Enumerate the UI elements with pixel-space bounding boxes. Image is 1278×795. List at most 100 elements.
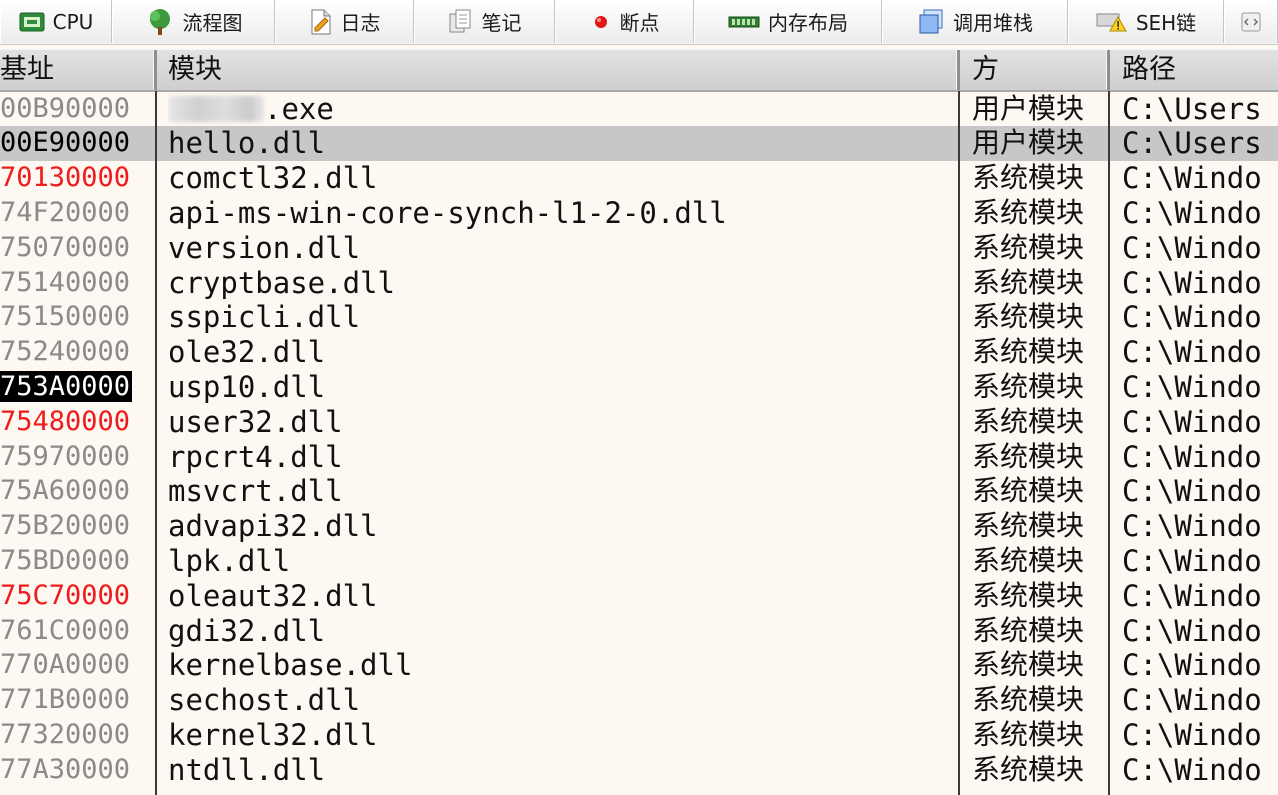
module-name-cell: usp10.dll xyxy=(168,370,953,405)
table-row[interactable]: 75BD0000 lpk.dll 系统模块 C:\Windo xyxy=(0,544,1278,579)
module-path-cell: C:\Windo xyxy=(1122,230,1262,265)
tab-notes[interactable]: 笔记 xyxy=(414,0,555,43)
table-row[interactable]: 75B20000 advapi32.dll 系统模块 C:\Windo xyxy=(0,509,1278,544)
module-name-text: sspicli.dll xyxy=(168,300,361,335)
tab-log[interactable]: 日志 xyxy=(275,0,414,43)
module-path-cell: C:\Users xyxy=(1122,126,1262,161)
module-party-cell: 系统模块 xyxy=(972,369,1085,403)
module-name-text: advapi32.dll xyxy=(168,509,378,544)
module-name-text: ntdll.dll xyxy=(168,752,326,787)
module-path-cell: C:\Windo xyxy=(1122,161,1262,196)
script-window-icon xyxy=(1241,12,1261,31)
tab-cpu[interactable]: CPU xyxy=(0,0,112,43)
breakpoint-dot-icon xyxy=(594,15,607,28)
column-resize-handle[interactable] xyxy=(956,50,960,90)
base-address-text: 77A30000 xyxy=(0,753,131,785)
module-party-cell: 系统模块 xyxy=(972,404,1085,438)
tab-label: CPU xyxy=(52,9,94,34)
table-row[interactable]: 753A0000 usp10.dll 系统模块 C:\Windo xyxy=(0,370,1278,405)
module-name-cell: api-ms-win-core-synch-l1-2-0.dll xyxy=(168,196,953,231)
table-row[interactable]: 77A30000 ntdll.dll 系统模块 C:\Windo xyxy=(0,753,1278,788)
base-address-cell: 74F20000 xyxy=(0,196,154,231)
base-address-cell: 75480000 xyxy=(0,405,154,440)
base-address-text: 770A0000 xyxy=(0,649,131,681)
module-name-text: hello.dll xyxy=(168,126,326,161)
column-header-path[interactable]: 路径 xyxy=(1122,50,1278,90)
tab-memory-map[interactable]: 内存布局 xyxy=(694,0,882,43)
base-address-text: 77320000 xyxy=(0,718,131,750)
module-party-cell: 系统模块 xyxy=(972,161,1085,195)
table-row[interactable]: 75150000 sspicli.dll 系统模块 C:\Windo xyxy=(0,300,1278,335)
tab-label: 笔记 xyxy=(481,11,522,35)
tab-label: 日志 xyxy=(340,11,381,35)
tab-label: 调用堆栈 xyxy=(953,11,1033,35)
module-name-text: usp10.dll xyxy=(168,369,326,404)
module-party-cell: 系统模块 xyxy=(972,543,1085,577)
base-address-text: 75480000 xyxy=(0,405,131,437)
module-name-text: sechost.dll xyxy=(168,683,361,718)
column-divider xyxy=(155,91,157,795)
column-header-party[interactable]: 方 xyxy=(972,50,1102,90)
tab-breakpoints[interactable]: 断点 xyxy=(555,0,694,43)
module-name-text: kernelbase.dll xyxy=(168,648,413,683)
table-row[interactable]: 75C70000 oleaut32.dll 系统模块 C:\Windo xyxy=(0,579,1278,614)
module-name-text: oleaut32.dll xyxy=(168,578,378,613)
seh-warning-icon xyxy=(1096,13,1127,31)
table-row[interactable]: 75140000 cryptbase.dll 系统模块 C:\Windo xyxy=(0,266,1278,301)
base-address-cell: 753A0000 xyxy=(0,370,154,405)
base-address-text: 75240000 xyxy=(0,336,131,368)
table-row[interactable]: 75970000 rpcrt4.dll 系统模块 C:\Windo xyxy=(0,440,1278,475)
table-row[interactable]: 70130000 comctl32.dll 系统模块 C:\Windo xyxy=(0,161,1278,196)
module-list[interactable]: 00B90000 .exe 用户模块 C:\Users 00E90000 hello.dl… xyxy=(0,91,1278,795)
base-address-text: 75BD0000 xyxy=(0,544,131,576)
view-tab-bar: CPU 流程图 日志 笔记 断点 内存布局 调用堆栈 SEH链 xyxy=(0,0,1278,45)
memory-map-icon xyxy=(728,16,760,27)
tab-label: 流程图 xyxy=(182,11,243,35)
module-name-cell: cryptbase.dll xyxy=(168,266,953,301)
tab-seh-chain[interactable]: SEH链 xyxy=(1068,0,1224,43)
module-path-cell: C:\Windo xyxy=(1122,509,1262,544)
table-row[interactable]: 75240000 ole32.dll 系统模块 C:\Windo xyxy=(0,335,1278,370)
table-row[interactable]: 00E90000 hello.dll 用户模块 C:\Users xyxy=(0,126,1278,162)
table-row[interactable]: 77320000 kernel32.dll 系统模块 C:\Windo xyxy=(0,718,1278,753)
module-name-cell: rpcrt4.dll xyxy=(168,440,953,475)
base-address-cell: 761C0000 xyxy=(0,614,154,649)
base-address-text: 00E90000 xyxy=(0,127,131,159)
module-party-cell: 系统模块 xyxy=(972,300,1085,334)
column-resize-handle[interactable] xyxy=(153,50,157,90)
module-name-cell: sechost.dll xyxy=(168,683,953,718)
module-name-text: msvcrt.dll xyxy=(168,474,343,509)
tab-flowchart[interactable]: 流程图 xyxy=(112,0,275,43)
column-header-base[interactable]: 基址 xyxy=(0,50,152,90)
table-row[interactable]: 74F20000 api-ms-win-core-synch-l1-2-0.dll… xyxy=(0,196,1278,231)
tab-call-stack[interactable]: 调用堆栈 xyxy=(882,0,1068,43)
module-name-text: version.dll xyxy=(168,230,361,265)
base-address-cell: 77320000 xyxy=(0,718,154,753)
table-row[interactable]: 00B90000 .exe 用户模块 C:\Users xyxy=(0,92,1278,127)
table-row[interactable]: 771B0000 sechost.dll 系统模块 C:\Windo xyxy=(0,683,1278,718)
tab-more[interactable] xyxy=(1224,0,1278,43)
base-address-text: 771B0000 xyxy=(0,684,131,716)
module-party-cell: 系统模块 xyxy=(972,474,1085,508)
table-row[interactable]: 770A0000 kernelbase.dll 系统模块 C:\Windo xyxy=(0,648,1278,683)
base-address-cell: 75B20000 xyxy=(0,509,154,544)
module-name-text: api-ms-win-core-synch-l1-2-0.dll xyxy=(168,195,727,230)
table-row[interactable]: 761C0000 gdi32.dll 系统模块 C:\Windo xyxy=(0,614,1278,649)
base-address-cell: 75970000 xyxy=(0,440,154,475)
column-resize-handle[interactable] xyxy=(1106,50,1110,90)
table-row[interactable]: 75480000 user32.dll 系统模块 C:\Windo xyxy=(0,405,1278,440)
module-name-text: ole32.dll xyxy=(168,335,326,370)
module-name-cell: advapi32.dll xyxy=(168,509,953,544)
module-party-cell: 系统模块 xyxy=(972,230,1085,264)
module-name-text: kernel32.dll xyxy=(168,717,378,752)
table-row[interactable]: 75070000 version.dll 系统模块 C:\Windo xyxy=(0,231,1278,266)
module-party-cell: 用户模块 xyxy=(972,126,1085,160)
module-party-cell: 系统模块 xyxy=(972,265,1085,299)
column-header-module[interactable]: 模块 xyxy=(168,50,953,90)
column-divider xyxy=(1108,91,1110,795)
module-path-cell: C:\Windo xyxy=(1122,369,1262,404)
base-address-text: 75B20000 xyxy=(0,510,131,542)
tab-label: 内存布局 xyxy=(768,11,848,35)
table-row[interactable]: 75A60000 msvcrt.dll 系统模块 C:\Windo xyxy=(0,474,1278,509)
base-address-text: 761C0000 xyxy=(0,614,131,646)
